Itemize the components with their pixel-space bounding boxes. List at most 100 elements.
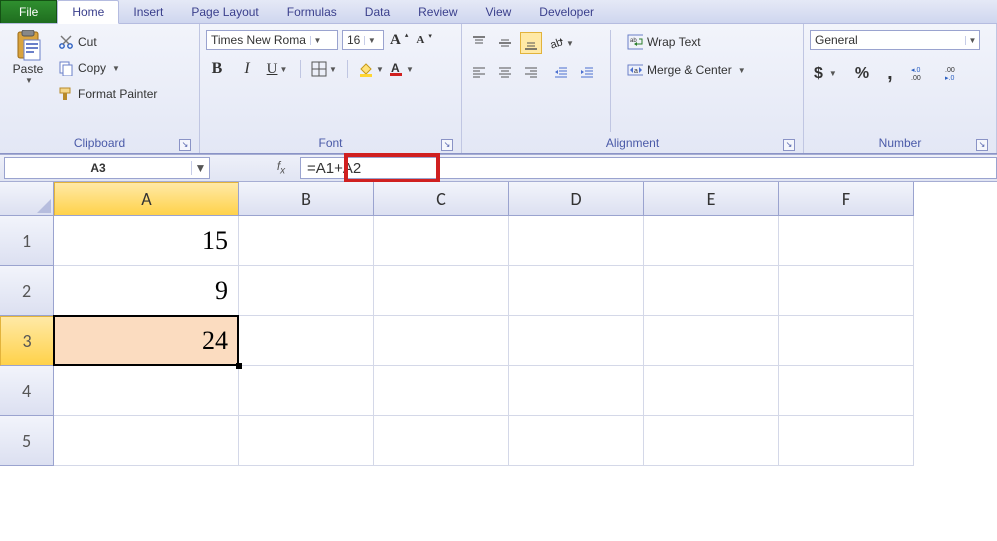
orientation-button[interactable]: ab▼ bbox=[550, 32, 572, 54]
fill-handle[interactable] bbox=[236, 363, 242, 369]
cell-D3[interactable] bbox=[509, 316, 644, 366]
cell-F2[interactable] bbox=[779, 266, 914, 316]
decrease-indent-button[interactable] bbox=[550, 62, 572, 84]
formula-input[interactable]: =A1+A2 bbox=[300, 157, 997, 179]
tab-home[interactable]: Home bbox=[57, 0, 119, 24]
increase-indent-button[interactable] bbox=[576, 62, 598, 84]
cell-F4[interactable] bbox=[779, 366, 914, 416]
column-header-D[interactable]: D bbox=[509, 182, 644, 216]
row-header-3[interactable]: 3 bbox=[0, 316, 54, 366]
cell-F1[interactable] bbox=[779, 216, 914, 266]
font-size-dropdown-icon[interactable]: ▼ bbox=[364, 36, 378, 45]
tab-page-layout[interactable]: Page Layout bbox=[177, 1, 272, 23]
cell-C2[interactable] bbox=[374, 266, 509, 316]
row-header-2[interactable]: 2 bbox=[0, 266, 54, 316]
fx-icon[interactable]: fx bbox=[266, 159, 296, 176]
align-left-button[interactable] bbox=[468, 62, 490, 84]
cell-D4[interactable] bbox=[509, 366, 644, 416]
cell-B1[interactable] bbox=[239, 216, 374, 266]
cell-C5[interactable] bbox=[374, 416, 509, 466]
tab-data[interactable]: Data bbox=[351, 1, 404, 23]
alignment-dialog-launcher[interactable]: ↘ bbox=[783, 139, 795, 151]
decrease-font-button[interactable]: A▾ bbox=[414, 34, 433, 46]
cell-B5[interactable] bbox=[239, 416, 374, 466]
cell-D5[interactable] bbox=[509, 416, 644, 466]
decrease-decimal-button[interactable]: .00▸.0 bbox=[941, 64, 965, 84]
font-size-combo[interactable]: 16 ▼ bbox=[342, 30, 384, 50]
underline-button[interactable]: U▼ bbox=[266, 58, 288, 80]
cell-E3[interactable] bbox=[644, 316, 779, 366]
cell-C4[interactable] bbox=[374, 366, 509, 416]
name-box[interactable]: A3 ▼ bbox=[4, 157, 210, 179]
align-center-button[interactable] bbox=[494, 62, 516, 84]
cell-D1[interactable] bbox=[509, 216, 644, 266]
cell-C3[interactable] bbox=[374, 316, 509, 366]
merge-center-button[interactable]: a Merge & Center ▼ bbox=[623, 60, 750, 80]
percent-button[interactable]: % bbox=[851, 63, 873, 85]
align-bottom-button[interactable] bbox=[520, 32, 542, 54]
tab-file[interactable]: File bbox=[0, 0, 57, 23]
cell-C1[interactable] bbox=[374, 216, 509, 266]
tab-review[interactable]: Review bbox=[404, 1, 471, 23]
row-header-5[interactable]: 5 bbox=[0, 416, 54, 466]
number-format-dropdown-icon[interactable]: ▼ bbox=[965, 36, 979, 45]
column-header-E[interactable]: E bbox=[644, 182, 779, 216]
orientation-dropdown-icon[interactable]: ▼ bbox=[566, 39, 574, 48]
tab-view[interactable]: View bbox=[472, 1, 526, 23]
currency-button[interactable]: $▼ bbox=[810, 63, 841, 85]
number-dialog-launcher[interactable]: ↘ bbox=[976, 139, 988, 151]
column-header-A[interactable]: A bbox=[54, 182, 239, 216]
font-color-button[interactable]: A ▼ bbox=[390, 58, 412, 80]
fill-color-button[interactable]: ▼ bbox=[360, 58, 382, 80]
column-header-C[interactable]: C bbox=[374, 182, 509, 216]
cell-E1[interactable] bbox=[644, 216, 779, 266]
cell-E2[interactable] bbox=[644, 266, 779, 316]
row-header-4[interactable]: 4 bbox=[0, 366, 54, 416]
font-name-combo[interactable]: Times New Roma ▼ bbox=[206, 30, 338, 50]
borders-dropdown-icon[interactable]: ▼ bbox=[329, 65, 337, 74]
cell-A5[interactable] bbox=[54, 416, 239, 466]
fill-color-dropdown-icon[interactable]: ▼ bbox=[376, 65, 384, 74]
tab-formulas[interactable]: Formulas bbox=[273, 1, 351, 23]
font-name-dropdown-icon[interactable]: ▼ bbox=[310, 36, 324, 45]
italic-button[interactable]: I bbox=[236, 58, 258, 80]
cell-E5[interactable] bbox=[644, 416, 779, 466]
column-header-B[interactable]: B bbox=[239, 182, 374, 216]
clipboard-dialog-launcher[interactable]: ↘ bbox=[179, 139, 191, 151]
cell-F3[interactable] bbox=[779, 316, 914, 366]
cell-A1[interactable]: 15 bbox=[54, 216, 239, 266]
cell-F5[interactable] bbox=[779, 416, 914, 466]
cell-B4[interactable] bbox=[239, 366, 374, 416]
copy-button[interactable]: Copy ▼ bbox=[54, 58, 161, 78]
number-format-combo[interactable]: General ▼ bbox=[810, 30, 980, 50]
font-dialog-launcher[interactable]: ↘ bbox=[441, 139, 453, 151]
format-painter-button[interactable]: Format Painter bbox=[54, 84, 161, 104]
bold-button[interactable]: B bbox=[206, 58, 228, 80]
column-header-F[interactable]: F bbox=[779, 182, 914, 216]
align-right-button[interactable] bbox=[520, 62, 542, 84]
cut-button[interactable]: Cut bbox=[54, 32, 161, 52]
wrap-text-button[interactable]: ab Wrap Text bbox=[623, 32, 750, 52]
copy-dropdown-icon[interactable]: ▼ bbox=[112, 64, 120, 73]
cell-B3[interactable] bbox=[239, 316, 374, 366]
cell-D2[interactable] bbox=[509, 266, 644, 316]
paste-button[interactable]: Paste ▼ bbox=[6, 28, 50, 87]
underline-dropdown-icon[interactable]: ▼ bbox=[279, 65, 287, 74]
cell-A4[interactable] bbox=[54, 366, 239, 416]
name-box-dropdown-icon[interactable]: ▼ bbox=[191, 161, 209, 175]
paste-dropdown-icon[interactable]: ▼ bbox=[25, 76, 33, 85]
merge-center-dropdown-icon[interactable]: ▼ bbox=[738, 66, 746, 75]
select-all-corner[interactable] bbox=[0, 182, 54, 216]
row-header-1[interactable]: 1 bbox=[0, 216, 54, 266]
cell-E4[interactable] bbox=[644, 366, 779, 416]
cell-A3[interactable]: 24 bbox=[54, 316, 239, 366]
align-top-button[interactable] bbox=[468, 32, 490, 54]
increase-font-button[interactable]: A▴ bbox=[388, 32, 410, 49]
tab-developer[interactable]: Developer bbox=[525, 1, 608, 23]
tab-insert[interactable]: Insert bbox=[119, 1, 177, 23]
cell-A2[interactable]: 9 bbox=[54, 266, 239, 316]
currency-dropdown-icon[interactable]: ▼ bbox=[829, 69, 837, 78]
font-color-dropdown-icon[interactable]: ▼ bbox=[406, 65, 414, 74]
comma-button[interactable]: , bbox=[883, 60, 897, 87]
borders-button[interactable]: ▼ bbox=[313, 58, 335, 80]
